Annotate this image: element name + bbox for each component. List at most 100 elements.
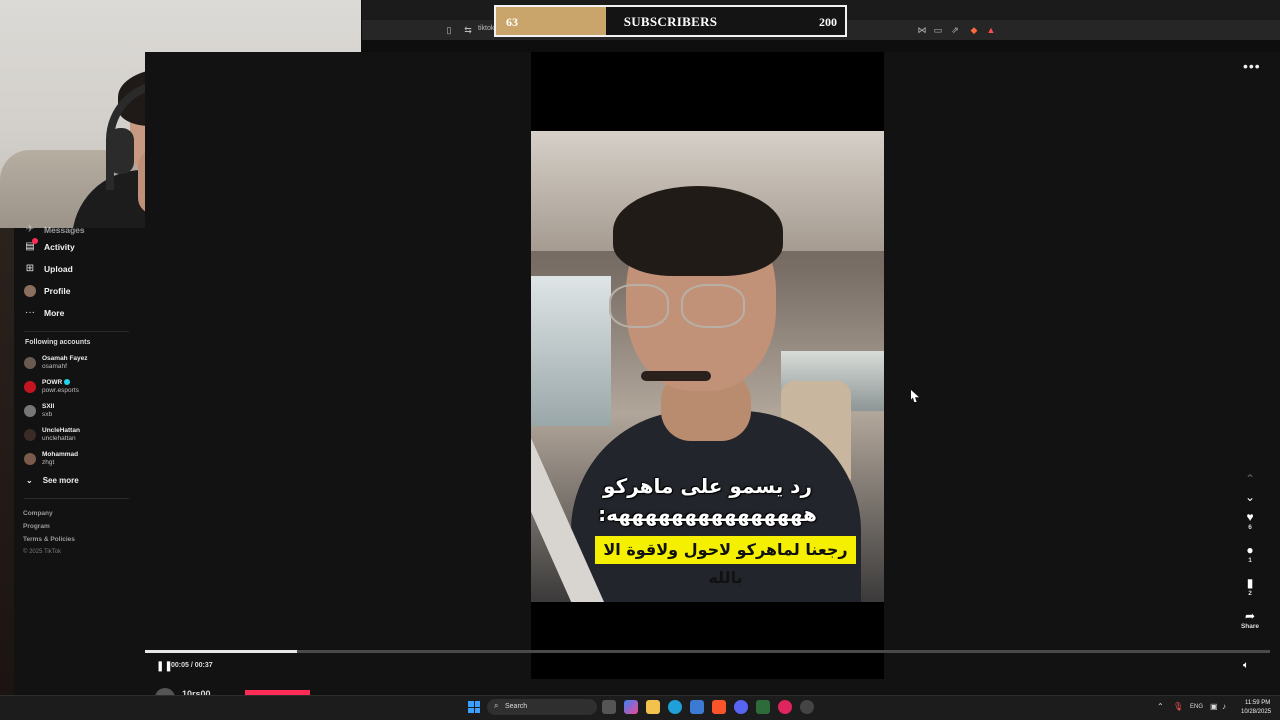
media-icon[interactable]: ⋈ [916, 24, 928, 36]
heart-icon: ♥ [1246, 510, 1254, 524]
following-account[interactable]: UncleHattan unclehattan [24, 427, 80, 443]
see-more-label: See more [42, 476, 79, 485]
store-icon[interactable] [690, 700, 704, 714]
sidebar-item-label: Profile [44, 286, 71, 296]
site-settings-icon[interactable]: ⇆ [462, 24, 474, 36]
share-icon: ➦ [1244, 609, 1256, 623]
taskbar [0, 695, 1280, 720]
profile-avatar [24, 285, 36, 297]
account-handle: powr.esports [42, 387, 79, 394]
avatar [24, 453, 36, 465]
share-label: Share [1240, 623, 1260, 630]
brave-rewards-icon[interactable]: ▲ [985, 24, 997, 36]
network-icon[interactable]: ▣ [1210, 702, 1218, 711]
obs-icon[interactable] [800, 700, 814, 714]
taskbar-search-placeholder: Search [505, 703, 528, 710]
subscriber-goal-bar: 63 SUBSCRIBERS 200 [494, 5, 847, 37]
avatar [24, 429, 36, 441]
video-frame[interactable] [531, 131, 884, 602]
video-car-window [531, 276, 611, 426]
file-explorer-icon[interactable] [646, 700, 660, 714]
video-person-glasses [609, 284, 669, 328]
edge-icon[interactable] [668, 700, 682, 714]
more-icon: ··· [25, 307, 35, 318]
volume-icon[interactable]: 🔈︎ [1243, 660, 1249, 671]
save-button[interactable]: ▮ 2 [1236, 576, 1264, 597]
activity-icon: ▤ [24, 238, 38, 253]
previous-video-button[interactable]: ⌃ [1236, 470, 1264, 488]
sidebar-item-profile[interactable]: Profile [24, 283, 70, 299]
webcam-headset-earcup [108, 128, 134, 174]
subscriber-label: SUBSCRIBERS [623, 14, 718, 29]
see-more-button[interactable]: ⌄ See more [26, 476, 79, 485]
upload-icon: ⊞ [25, 263, 35, 274]
account-handle: osamahf [42, 363, 67, 370]
chevron-down-icon: ⌄ [1244, 490, 1256, 504]
comment-button[interactable]: ● 1 [1236, 543, 1264, 564]
sidebar-item-label: Activity [44, 242, 75, 252]
footer-program-link[interactable]: Program [23, 523, 50, 530]
sidebar-item-more[interactable]: ··· More [24, 305, 64, 321]
volume-icon[interactable]: ♪ [1222, 702, 1226, 711]
video-caption-line-1: رد يسمو على ماهركو [603, 474, 812, 498]
cast-icon[interactable]: ▭ [932, 24, 944, 36]
comment-count: 1 [1248, 557, 1252, 564]
next-video-button[interactable]: ⌄ [1236, 488, 1264, 506]
footer-terms-link[interactable]: Terms & Policies [23, 536, 75, 543]
brave-browser-icon[interactable] [712, 700, 726, 714]
copilot-icon[interactable] [624, 700, 638, 714]
following-account[interactable]: POWR powr.esports [24, 379, 79, 395]
bookmark-icon[interactable]: ▯ [443, 24, 455, 36]
microphone-icon[interactable]: 🎙︎ [1173, 702, 1183, 711]
messages-icon: ✈ [25, 224, 35, 235]
footer-copyright: © 2025 TikTok [23, 549, 62, 555]
like-count: 6 [1248, 524, 1252, 531]
sidebar-item-activity[interactable]: ▤ Activity [24, 238, 75, 255]
video-caption-highlight: رجعنا لماهركو لاحول ولاقوة الا بالله [595, 536, 856, 587]
bookmark-icon: ▮ [1246, 576, 1254, 590]
video-person-mustache [641, 371, 711, 381]
sidebar-divider [24, 331, 129, 332]
sidebar: ✈ Messages ▤ Activity ⊞ Upload Profile ·… [14, 224, 145, 695]
sidebar-divider [24, 498, 129, 499]
following-account[interactable]: SXII sxb [24, 403, 54, 419]
footer-company-link[interactable]: Company [23, 510, 53, 517]
video-time: 00:05 / 00:37 [171, 662, 213, 669]
screen: ▯ ⇆ tiktok 58788871 ⋈ ▭ ⇗ ◆ ▲ 63 SUBSCRI… [0, 0, 1280, 720]
brave-shield-icon[interactable]: ◆ [968, 24, 980, 36]
sidebar-item-messages[interactable]: ✈ Messages [24, 222, 85, 238]
notification-dot [32, 238, 38, 244]
chevron-up-icon[interactable]: ⌃ [1157, 702, 1164, 711]
share-page-icon[interactable]: ⇗ [949, 24, 961, 36]
windows-start-icon[interactable] [468, 701, 480, 713]
sidebar-edge [0, 228, 14, 695]
avatar [24, 357, 36, 369]
sidebar-item-label: More [44, 308, 65, 318]
avatar [24, 405, 36, 417]
url-text[interactable]: tiktok [478, 25, 494, 32]
excel-icon[interactable] [756, 700, 770, 714]
clock-date[interactable]: 10/28/2025 [1241, 709, 1271, 715]
more-options-icon[interactable]: ••• [1243, 58, 1261, 74]
chevron-down-icon: ⌄ [26, 476, 33, 485]
share-button[interactable]: ➦ Share [1236, 609, 1264, 630]
sidebar-item-upload[interactable]: ⊞ Upload [24, 261, 73, 277]
taskbar-search-input[interactable] [487, 699, 597, 715]
account-handle: sxb [42, 411, 53, 418]
language-indicator[interactable]: ENG [1190, 704, 1203, 710]
subscriber-goal: 200 [819, 15, 837, 29]
app-icon[interactable] [778, 700, 792, 714]
task-view-icon[interactable] [602, 700, 616, 714]
video-progress-bar[interactable] [145, 650, 1270, 653]
save-count: 2 [1248, 590, 1252, 597]
like-button[interactable]: ♥ 6 [1236, 510, 1264, 531]
following-accounts-title: Following accounts [25, 339, 91, 346]
following-account[interactable]: Osamah Fayez osamahf [24, 355, 88, 371]
chevron-up-icon: ⌃ [1244, 472, 1256, 486]
discord-icon[interactable] [734, 700, 748, 714]
verified-badge-icon [64, 379, 71, 386]
clock-time[interactable]: 11:59 PM [1245, 700, 1270, 706]
sidebar-item-label: Upload [44, 264, 73, 274]
following-account[interactable]: Mohammad zhgt [24, 451, 78, 467]
account-name: Mohammad [42, 451, 79, 458]
